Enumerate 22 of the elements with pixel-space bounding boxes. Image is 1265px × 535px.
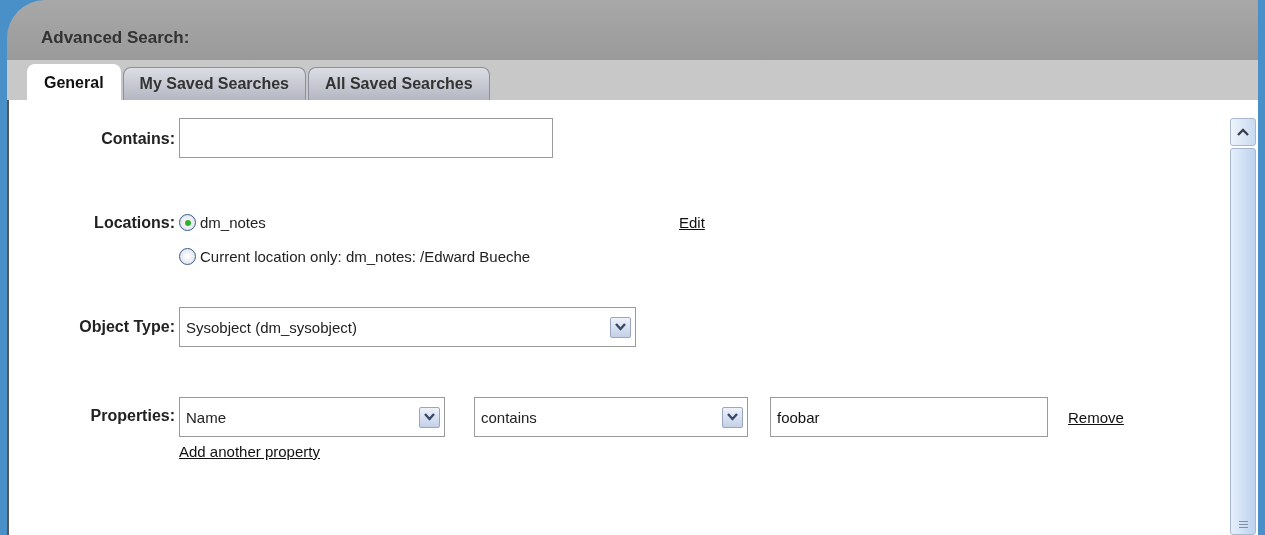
radio-button[interactable] (179, 214, 196, 231)
object-type-dropdown[interactable]: Sysobject (dm_sysobject) (179, 307, 636, 347)
field-label: Object Type: (78, 318, 176, 336)
operator-dropdown[interactable]: contains (474, 397, 748, 437)
window-title: Advanced Search: (41, 27, 190, 48)
tab[interactable]: All Saved Searches (308, 67, 490, 100)
field-label: Properties: (89, 406, 176, 425)
field-label: Locations: (93, 214, 176, 232)
property-dropdown[interactable]: Name (179, 397, 445, 437)
edit-link[interactable]: Edit (679, 214, 705, 231)
tab[interactable]: My Saved Searches (122, 67, 306, 100)
value-field[interactable]: foobar (770, 397, 1048, 437)
add-property-link[interactable]: Add another property (179, 443, 320, 460)
radio-label: Current location only: dm_notes: /Edward Bueche (200, 248, 531, 265)
contains-field[interactable] (179, 118, 553, 158)
grip-icon (1238, 521, 1248, 530)
radio-label: dm_notes (200, 214, 266, 231)
field-label: Contains: (100, 129, 176, 148)
radio-button[interactable] (179, 248, 196, 265)
scroll-up-icon[interactable] (1230, 118, 1256, 146)
tab[interactable]: General (27, 64, 121, 100)
remove-link[interactable]: Remove (1068, 408, 1124, 426)
